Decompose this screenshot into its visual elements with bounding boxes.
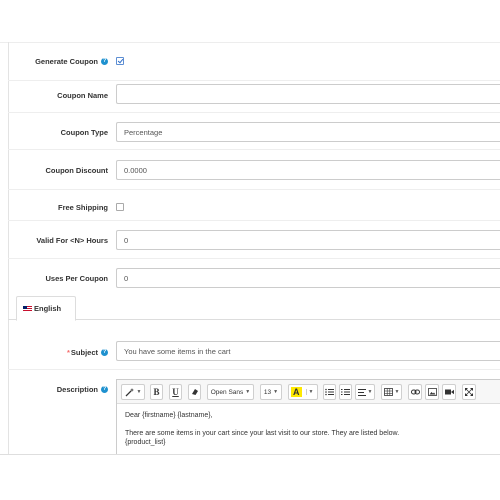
divider	[0, 454, 500, 455]
language-tabs: English	[8, 294, 500, 321]
highlight-a-icon: A	[291, 387, 302, 397]
valid-for-hours-input[interactable]: 0	[116, 230, 500, 250]
editor-paragraph: Dear {firstname} {lastname},	[125, 412, 213, 419]
coupon-discount-row: Coupon Discount 0.0000	[8, 150, 500, 190]
link-button[interactable]	[408, 384, 422, 400]
numbered-list-icon	[341, 389, 350, 395]
coupon-settings-panel: Generate Coupon ? Coupon Name Coupon Typ…	[0, 0, 500, 500]
coupon-type-select[interactable]: Percentage	[116, 122, 500, 142]
coupon-type-label: Coupon Type	[60, 128, 108, 137]
coupon-name-input[interactable]	[116, 84, 500, 104]
coupon-type-row: Coupon Type Percentage	[8, 113, 500, 150]
highlight-color-button[interactable]: A ▼	[288, 384, 318, 400]
font-family-dropdown[interactable]: Open Sans ▼	[207, 384, 254, 400]
fullscreen-button[interactable]	[462, 384, 476, 400]
video-button[interactable]	[442, 384, 456, 400]
paragraph-align-dropdown[interactable]: ▼	[355, 384, 375, 400]
align-left-icon	[357, 388, 366, 396]
subject-label: *Subject ?	[66, 348, 108, 357]
unordered-list-button[interactable]	[323, 384, 336, 400]
subject-row: *Subject ? You have some items in the ca…	[8, 333, 500, 370]
free-shipping-row: Free Shipping	[8, 190, 500, 221]
generate-coupon-checkbox[interactable]	[116, 57, 124, 65]
coupon-discount-label: Coupon Discount	[45, 166, 109, 175]
fullscreen-icon	[465, 388, 473, 396]
free-shipping-label: Free Shipping	[57, 203, 108, 212]
editor-paragraph: {product_list}	[125, 439, 166, 446]
table-icon	[383, 388, 393, 396]
uses-per-coupon-row: Uses Per Coupon 0	[8, 259, 500, 294]
image-icon	[427, 388, 437, 396]
help-icon[interactable]: ?	[101, 58, 108, 65]
bold-button[interactable]: B	[150, 384, 163, 400]
underline-button[interactable]: U	[169, 384, 182, 400]
magic-wand-button[interactable]: ▼	[121, 384, 145, 400]
description-editor[interactable]: ▼ B U Open Sans ▼ 13 ▼ A ▼ ▼ ▼ Dear {fir…	[116, 379, 500, 455]
font-size-dropdown[interactable]: 13 ▼	[260, 384, 282, 400]
generate-coupon-label: Generate Coupon ?	[35, 57, 108, 66]
link-icon	[410, 389, 420, 395]
magic-wand-icon	[125, 388, 134, 397]
tab-english[interactable]: English	[16, 296, 76, 321]
image-button[interactable]	[425, 384, 439, 400]
uk-flag-icon	[23, 305, 32, 312]
uses-per-coupon-label: Uses Per Coupon	[45, 274, 108, 283]
required-marker: *	[66, 348, 70, 357]
coupon-name-row: Coupon Name	[8, 81, 500, 113]
help-icon[interactable]: ?	[101, 386, 108, 393]
clear-format-button[interactable]	[188, 384, 201, 400]
free-shipping-checkbox[interactable]	[116, 203, 124, 211]
description-label: Description ?	[56, 385, 108, 394]
help-icon[interactable]: ?	[101, 349, 108, 356]
table-dropdown[interactable]: ▼	[381, 384, 402, 400]
eraser-icon	[191, 389, 198, 395]
bullet-list-icon	[325, 388, 334, 396]
ordered-list-button[interactable]	[339, 384, 352, 400]
valid-for-hours-label: Valid For <N> Hours	[36, 236, 108, 245]
editor-toolbar: ▼ B U Open Sans ▼ 13 ▼ A ▼ ▼ ▼	[117, 380, 500, 404]
coupon-discount-input[interactable]: 0.0000	[116, 160, 500, 180]
coupon-name-label: Coupon Name	[57, 91, 108, 100]
valid-for-hours-row: Valid For <N> Hours 0	[8, 221, 500, 259]
subject-input[interactable]: You have some items in the cart	[116, 341, 500, 361]
editor-paragraph: There are some items in your cart since …	[125, 430, 400, 437]
editor-content[interactable]: Dear {firstname} {lastname}, There are s…	[125, 411, 497, 447]
generate-coupon-row: Generate Coupon ?	[8, 43, 500, 81]
uses-per-coupon-input[interactable]: 0	[116, 268, 500, 288]
video-icon	[444, 389, 454, 395]
